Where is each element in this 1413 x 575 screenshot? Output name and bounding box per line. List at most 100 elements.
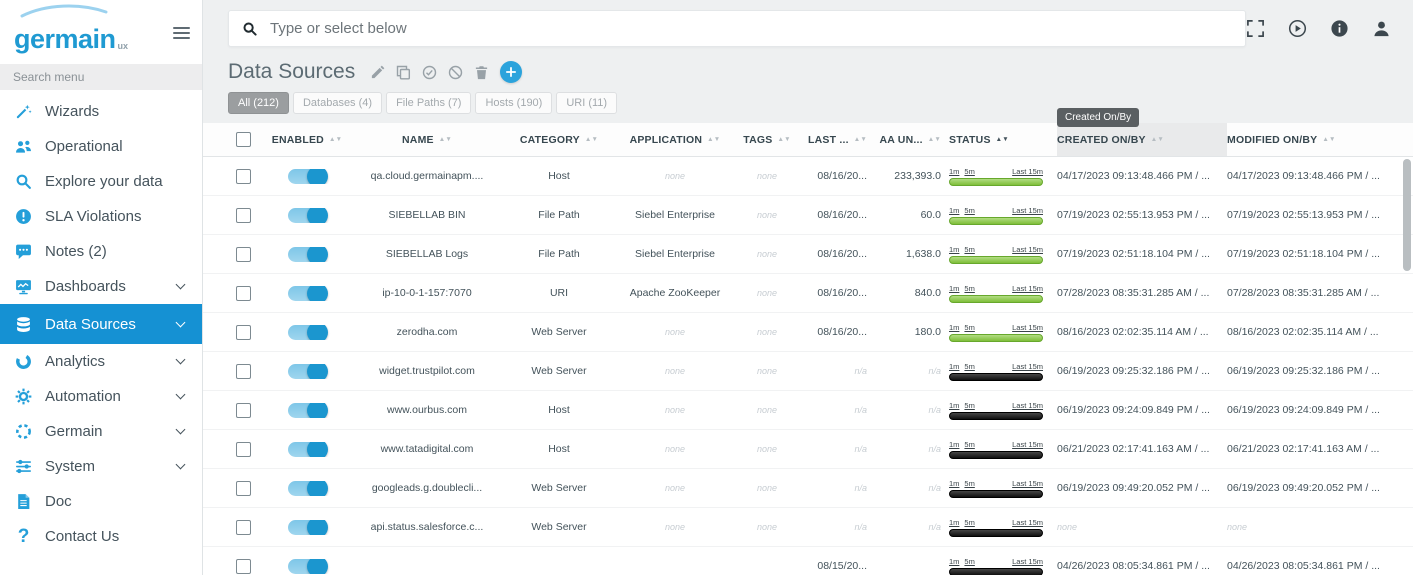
- sort-icon[interactable]: ▲▼: [928, 137, 941, 142]
- row-checkbox[interactable]: [236, 247, 251, 262]
- row-checkbox[interactable]: [236, 169, 251, 184]
- trash-icon[interactable]: [474, 65, 489, 80]
- status-link-last15m[interactable]: Last 15m: [1012, 245, 1043, 254]
- fullscreen-icon[interactable]: [1246, 19, 1265, 38]
- sort-icon[interactable]: ▲▼: [585, 137, 598, 142]
- row-checkbox[interactable]: [236, 559, 251, 574]
- column-header-aa[interactable]: AA UN...▲▼: [875, 123, 949, 156]
- table-row[interactable]: www.tatadigital.com Host none none n/a n…: [203, 430, 1413, 469]
- global-search-input[interactable]: [270, 20, 1232, 37]
- check-circle-icon[interactable]: [422, 65, 437, 80]
- status-link-1m[interactable]: 1m: [949, 245, 959, 254]
- enabled-toggle[interactable]: [288, 481, 326, 496]
- status-link-5m[interactable]: 5m: [964, 284, 974, 293]
- sort-icon[interactable]: ▲▼: [1151, 137, 1164, 142]
- enabled-toggle[interactable]: [288, 442, 326, 457]
- table-row[interactable]: googleads.g.doublecli... Web Server none…: [203, 469, 1413, 508]
- table-row[interactable]: ip-10-0-1-157:7070 URI Apache ZooKeeper …: [203, 274, 1413, 313]
- row-checkbox[interactable]: [236, 520, 251, 535]
- status-link-1m[interactable]: 1m: [949, 479, 959, 488]
- status-link-1m[interactable]: 1m: [949, 440, 959, 449]
- enabled-toggle[interactable]: [288, 520, 326, 535]
- sidebar-item-system[interactable]: System: [0, 449, 202, 484]
- enabled-toggle[interactable]: [288, 286, 326, 301]
- enabled-toggle[interactable]: [288, 364, 326, 379]
- status-link-last15m[interactable]: Last 15m: [1012, 167, 1043, 176]
- status-link-5m[interactable]: 5m: [964, 362, 974, 371]
- copy-icon[interactable]: [396, 65, 411, 80]
- add-button[interactable]: [500, 61, 522, 83]
- status-link-1m[interactable]: 1m: [949, 323, 959, 332]
- status-link-5m[interactable]: 5m: [964, 479, 974, 488]
- tab[interactable]: All (212): [228, 92, 289, 114]
- column-header-last[interactable]: LAST ...▲▼: [799, 123, 875, 156]
- sidebar-item-data-sources[interactable]: Data Sources: [0, 304, 202, 344]
- table-row[interactable]: widget.trustpilot.com Web Server none no…: [203, 352, 1413, 391]
- status-link-5m[interactable]: 5m: [964, 518, 974, 527]
- row-checkbox[interactable]: [236, 403, 251, 418]
- row-checkbox[interactable]: [236, 442, 251, 457]
- tab[interactable]: URI (11): [556, 92, 617, 114]
- sidebar-item-sla-violations[interactable]: SLA Violations: [0, 199, 202, 234]
- enabled-toggle[interactable]: [288, 208, 326, 223]
- status-link-1m[interactable]: 1m: [949, 167, 959, 176]
- sidebar-item-wizards[interactable]: Wizards: [0, 94, 202, 129]
- enabled-toggle[interactable]: [288, 325, 326, 340]
- column-header-modified[interactable]: MODIFIED ON/BY▲▼: [1227, 123, 1399, 156]
- column-header-category[interactable]: CATEGORY▲▼: [503, 123, 615, 156]
- status-link-5m[interactable]: 5m: [964, 245, 974, 254]
- info-icon[interactable]: [1330, 19, 1349, 38]
- sidebar-search-input[interactable]: [0, 64, 202, 90]
- status-link-last15m[interactable]: Last 15m: [1012, 362, 1043, 371]
- status-link-5m[interactable]: 5m: [964, 440, 974, 449]
- status-link-5m[interactable]: 5m: [964, 323, 974, 332]
- sort-icon[interactable]: ▲▼: [777, 137, 790, 142]
- row-checkbox[interactable]: [236, 286, 251, 301]
- scrollbar-thumb[interactable]: [1403, 159, 1411, 271]
- sidebar-item-dashboards[interactable]: Dashboards: [0, 269, 202, 304]
- table-row[interactable]: api.status.salesforce.c... Web Server no…: [203, 508, 1413, 547]
- status-link-1m[interactable]: 1m: [949, 362, 959, 371]
- row-checkbox[interactable]: [236, 325, 251, 340]
- status-link-5m[interactable]: 5m: [964, 401, 974, 410]
- row-checkbox[interactable]: [236, 364, 251, 379]
- status-link-5m[interactable]: 5m: [964, 557, 974, 566]
- column-header-application[interactable]: APPLICATION▲▼: [615, 123, 735, 156]
- sidebar-item-explore-your-data[interactable]: Explore your data: [0, 164, 202, 199]
- sidebar-item-analytics[interactable]: Analytics: [0, 344, 202, 379]
- status-link-last15m[interactable]: Last 15m: [1012, 284, 1043, 293]
- status-link-last15m[interactable]: Last 15m: [1012, 479, 1043, 488]
- status-link-last15m[interactable]: Last 15m: [1012, 323, 1043, 332]
- status-link-last15m[interactable]: Last 15m: [1012, 557, 1043, 566]
- column-header-created[interactable]: CREATED ON/BY▲▼: [1057, 123, 1227, 156]
- sort-icon-active[interactable]: ▲▼: [996, 137, 1009, 142]
- status-link-last15m[interactable]: Last 15m: [1012, 518, 1043, 527]
- tab[interactable]: Databases (4): [293, 92, 382, 114]
- status-link-1m[interactable]: 1m: [949, 518, 959, 527]
- status-link-last15m[interactable]: Last 15m: [1012, 206, 1043, 215]
- ban-icon[interactable]: [448, 65, 463, 80]
- edit-icon[interactable]: [370, 65, 385, 80]
- row-checkbox[interactable]: [236, 481, 251, 496]
- status-link-last15m[interactable]: Last 15m: [1012, 401, 1043, 410]
- column-header-name[interactable]: NAME▲▼: [351, 123, 503, 156]
- tab[interactable]: Hosts (190): [475, 92, 552, 114]
- column-header-tags[interactable]: TAGS▲▼: [735, 123, 799, 156]
- sidebar-item-germain[interactable]: Germain: [0, 414, 202, 449]
- status-link-5m[interactable]: 5m: [964, 206, 974, 215]
- status-link-last15m[interactable]: Last 15m: [1012, 440, 1043, 449]
- sidebar-item-doc[interactable]: Doc: [0, 484, 202, 519]
- row-checkbox[interactable]: [236, 208, 251, 223]
- sidebar-item-operational[interactable]: Operational: [0, 129, 202, 164]
- sort-icon[interactable]: ▲▼: [854, 137, 867, 142]
- table-row[interactable]: zerodha.com Web Server none none 08/16/2…: [203, 313, 1413, 352]
- sidebar-item-automation[interactable]: Automation: [0, 379, 202, 414]
- play-circle-icon[interactable]: [1288, 19, 1307, 38]
- global-search[interactable]: [228, 10, 1246, 47]
- table-row[interactable]: 08/15/20... 1m 5m Last 15m 04/26/2023 08…: [203, 547, 1413, 575]
- sort-icon[interactable]: ▲▼: [707, 137, 720, 142]
- enabled-toggle[interactable]: [288, 169, 326, 184]
- column-header-status[interactable]: STATUS▲▼: [949, 123, 1057, 156]
- column-header-enabled[interactable]: ENABLED▲▼: [263, 123, 351, 156]
- sort-icon[interactable]: ▲▼: [1322, 137, 1335, 142]
